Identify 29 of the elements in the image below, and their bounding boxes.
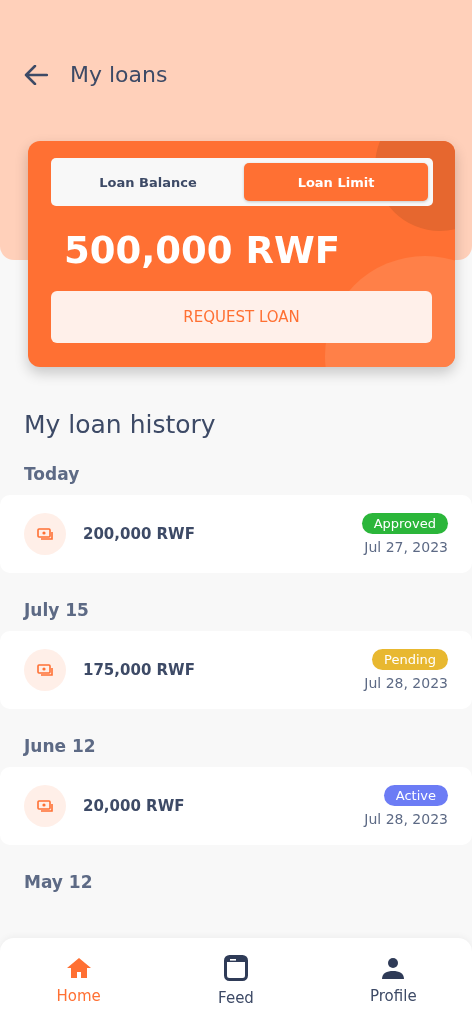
date-heading: Today: [24, 463, 81, 486]
loan-row[interactable]: 20,000 RWF Active Jul 28, 2023: [0, 767, 472, 845]
section-title: My loan history: [24, 410, 217, 439]
page-title: My loans: [70, 62, 168, 87]
loan-amount: 200,000 RWF: [83, 525, 196, 543]
loan-amount: 20,000 RWF: [83, 797, 186, 815]
person-icon: [382, 957, 405, 979]
status-badge: Active: [383, 785, 448, 806]
date-heading: June 12: [24, 735, 97, 758]
loan-date: Jul 27, 2023: [364, 539, 448, 555]
loan-date: Jul 28, 2023: [364, 675, 448, 691]
status-badge: Approved: [361, 513, 448, 534]
loan-amount: 175,000 RWF: [83, 661, 196, 679]
window-icon: [224, 955, 248, 981]
loan-amount: 500,000 RWF: [64, 229, 340, 272]
date-heading: July 15: [24, 599, 90, 622]
loan-row[interactable]: 200,000 RWF Approved Jul 27, 2023: [0, 495, 472, 573]
status-badge: Pending: [372, 649, 448, 670]
money-icon: [24, 513, 66, 555]
loan-row[interactable]: 175,000 RWF Pending Jul 28, 2023: [0, 631, 472, 709]
nav-item[interactable]: Profile: [314, 938, 472, 1024]
money-icon: [24, 649, 66, 691]
loan-date: Jul 28, 2023: [364, 811, 448, 827]
home-icon: [65, 957, 92, 979]
tab[interactable]: Loan Balance: [56, 163, 240, 201]
money-icon: [24, 785, 66, 827]
back-arrow-icon[interactable]: [24, 64, 48, 85]
nav-item[interactable]: Feed: [157, 938, 315, 1024]
date-heading: May 12: [24, 871, 94, 894]
